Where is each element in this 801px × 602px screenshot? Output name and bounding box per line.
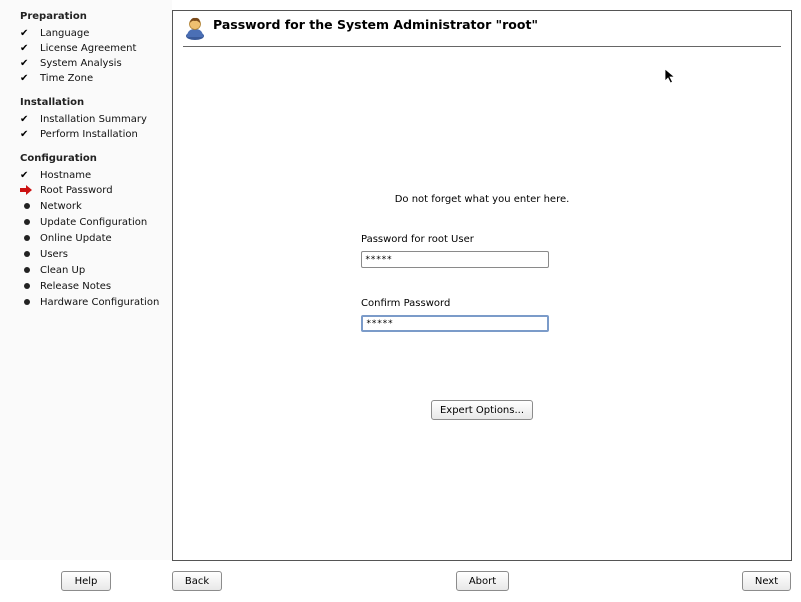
dialog-panel: Password for the System Administrator "r… (172, 10, 792, 561)
step-users: Users (20, 247, 68, 261)
check-icon: ✔ (20, 113, 29, 125)
check-icon: ✔ (20, 169, 29, 181)
step-hostname: ✔ Hostname (20, 168, 91, 182)
abort-button[interactable]: Abort (456, 571, 509, 591)
check-icon: ✔ (20, 72, 29, 84)
step-time-zone: ✔ Time Zone (20, 71, 93, 85)
pending-dot-icon (20, 295, 40, 309)
step-update-configuration: Update Configuration (20, 215, 147, 229)
section-heading-installation: Installation (20, 97, 85, 108)
expert-options-button[interactable]: Expert Options... (431, 400, 533, 420)
step-label: Root Password (40, 184, 113, 196)
section-heading-configuration: Configuration (20, 153, 97, 164)
hint-text: Do not forget what you enter here. (394, 194, 570, 205)
step-label: Language (40, 27, 90, 39)
step-system-analysis: ✔ System Analysis (20, 56, 122, 70)
dialog-title: Password for the System Administrator "r… (213, 17, 538, 32)
user-icon (186, 17, 204, 40)
pending-dot-icon (20, 231, 40, 245)
step-label: System Analysis (40, 57, 122, 69)
confirm-password-label: Confirm Password (361, 298, 451, 309)
password-input[interactable]: ***** (361, 251, 549, 268)
title-divider (183, 46, 781, 47)
step-label: Release Notes (40, 280, 112, 292)
current-step-arrow-icon (20, 183, 40, 197)
step-license-agreement: ✔ License Agreement (20, 41, 136, 55)
step-label: Hardware Configuration (40, 296, 160, 308)
pending-dot-icon (20, 247, 40, 261)
step-label: Perform Installation (40, 128, 138, 140)
step-label: Installation Summary (40, 113, 147, 125)
check-icon: ✔ (20, 128, 29, 140)
step-label: Time Zone (40, 72, 94, 84)
pending-dot-icon (20, 279, 40, 293)
step-clean-up: Clean Up (20, 263, 85, 277)
check-icon: ✔ (20, 57, 29, 69)
step-language: ✔ Language (20, 26, 89, 40)
pending-dot-icon (20, 199, 40, 213)
step-label: License Agreement (40, 42, 137, 54)
check-icon: ✔ (20, 27, 29, 39)
step-installation-summary: ✔ Installation Summary (20, 112, 147, 126)
step-label: Online Update (40, 232, 112, 244)
step-label: Update Configuration (40, 216, 148, 228)
step-label: Users (40, 248, 69, 260)
section-heading-preparation: Preparation (20, 11, 87, 22)
back-button[interactable]: Back (172, 571, 222, 591)
step-online-update: Online Update (20, 231, 112, 245)
mouse-cursor-icon (664, 68, 676, 84)
step-network: Network (20, 199, 82, 213)
check-icon: ✔ (20, 42, 29, 54)
confirm-password-input[interactable]: ***** (361, 315, 549, 332)
installation-steps-sidebar: Preparation ✔ Language ✔ License Agreeme… (0, 0, 172, 560)
help-button[interactable]: Help (61, 571, 111, 591)
step-release-notes: Release Notes (20, 279, 111, 293)
step-label: Network (40, 200, 82, 212)
step-label: Hostname (40, 169, 92, 181)
step-root-password: Root Password (20, 183, 113, 197)
step-perform-installation: ✔ Perform Installation (20, 127, 138, 141)
next-button[interactable]: Next (742, 571, 791, 591)
pending-dot-icon (20, 215, 40, 229)
password-label: Password for root User (361, 234, 474, 245)
pending-dot-icon (20, 263, 40, 277)
step-label: Clean Up (40, 264, 86, 276)
step-hardware-configuration: Hardware Configuration (20, 295, 159, 309)
